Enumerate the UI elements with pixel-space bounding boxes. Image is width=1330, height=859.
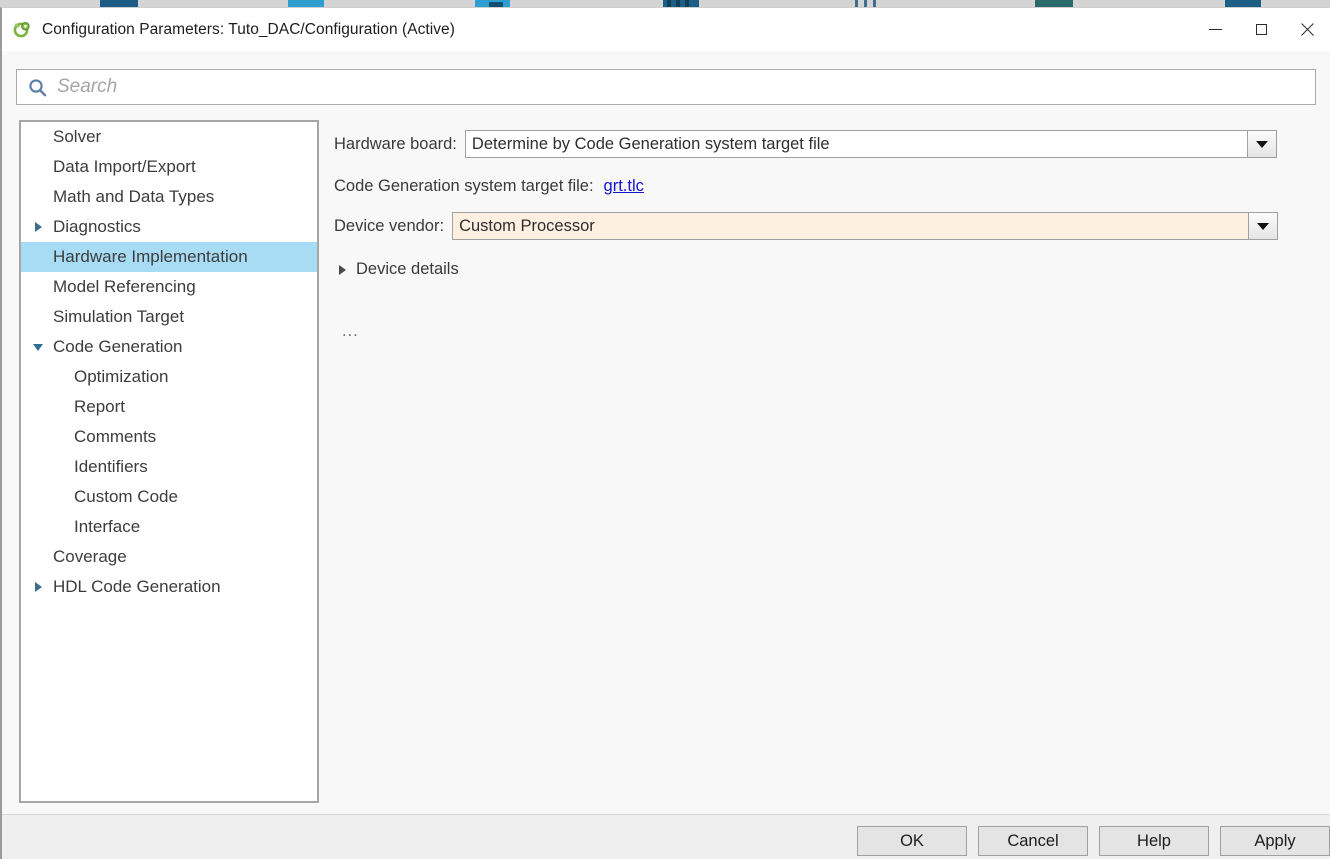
window-controls xyxy=(1192,8,1330,51)
tree-item-label: Math and Data Types xyxy=(53,187,215,206)
system-target-file-row: Code Generation system target file: grt.… xyxy=(334,171,644,201)
system-target-file-link[interactable]: grt.tlc xyxy=(604,177,644,196)
settings-tree[interactable]: Solver Data Import/Export Math and Data Ty… xyxy=(19,120,319,803)
tree-item-label: Model Referencing xyxy=(53,277,196,296)
bg-icon-fragment xyxy=(667,0,671,7)
ok-button[interactable]: OK xyxy=(857,826,967,856)
apply-button[interactable]: Apply xyxy=(1220,826,1330,856)
maximize-button[interactable] xyxy=(1238,8,1284,51)
tree-item-optimization[interactable]: Optimization xyxy=(21,362,317,392)
chevron-right-icon[interactable] xyxy=(31,582,45,592)
device-vendor-label: Device vendor: xyxy=(334,216,445,235)
tree-item-label: Custom Code xyxy=(74,487,178,506)
chevron-right-glyph xyxy=(34,582,42,592)
minimize-icon xyxy=(1208,29,1222,30)
hardware-board-combobox[interactable]: Determine by Code Generation system targ… xyxy=(464,130,1277,158)
tree-item-label: Simulation Target xyxy=(53,307,185,326)
bg-icon-fragment xyxy=(1035,0,1073,7)
title-bar: Configuration Parameters: Tuto_DAC/Confi… xyxy=(2,8,1330,51)
bg-icon-fragment xyxy=(685,0,689,7)
tree-item-label: Comments xyxy=(74,427,157,446)
tree-item-label: Optimization xyxy=(74,367,169,386)
maximize-icon xyxy=(1255,24,1267,35)
chevron-down-icon xyxy=(1257,222,1270,230)
device-vendor-combobox[interactable]: Custom Processor xyxy=(452,212,1279,240)
tree-item-label: Identifiers xyxy=(74,457,148,476)
close-button[interactable] xyxy=(1284,8,1330,51)
settings-pane: Hardware board: Determine by Code Genera… xyxy=(334,120,1316,803)
tree-item-coverage[interactable]: Coverage xyxy=(21,542,317,572)
overflow-ellipsis: ... xyxy=(342,322,359,340)
tree-item-identifiers[interactable]: Identifiers xyxy=(21,452,317,482)
hardware-board-dropdown-button[interactable] xyxy=(1246,130,1277,158)
simulink-gear-icon xyxy=(12,20,32,40)
bg-icon-fragment xyxy=(873,0,876,7)
cancel-button[interactable]: Cancel xyxy=(978,826,1088,856)
device-vendor-dropdown-button[interactable] xyxy=(1248,212,1279,240)
tree-item-model-referencing[interactable]: Model Referencing xyxy=(21,272,317,302)
chevron-down-icon[interactable] xyxy=(31,343,45,351)
window-title: Configuration Parameters: Tuto_DAC/Confi… xyxy=(42,20,455,38)
bg-icon-fragment xyxy=(864,0,867,7)
tree-item-label: Report xyxy=(74,397,126,416)
hardware-board-row: Hardware board: Determine by Code Genera… xyxy=(334,129,1277,159)
search-input[interactable] xyxy=(57,76,1257,98)
tree-item-simulation-target[interactable]: Simulation Target xyxy=(21,302,317,332)
chevron-down-glyph xyxy=(33,343,43,351)
tree-item-data-import-export[interactable]: Data Import/Export xyxy=(21,152,317,182)
tree-item-comments[interactable]: Comments xyxy=(21,422,317,452)
tree-item-interface[interactable]: Interface xyxy=(21,512,317,542)
minimize-button[interactable] xyxy=(1192,8,1238,51)
tree-item-math-and-data-types[interactable]: Math and Data Types xyxy=(21,182,317,212)
bg-icon-fragment xyxy=(1225,0,1261,7)
search-bar[interactable] xyxy=(16,69,1316,105)
tree-item-report[interactable]: Report xyxy=(21,392,317,422)
tree-item-label: Hardware Implementation xyxy=(53,247,248,266)
tree-item-label: Data Import/Export xyxy=(53,157,196,176)
bg-icon-fragment xyxy=(100,0,138,7)
hardware-board-value[interactable]: Determine by Code Generation system targ… xyxy=(464,130,1247,158)
tree-item-label: Diagnostics xyxy=(53,217,141,236)
tree-item-label: Interface xyxy=(74,517,141,536)
chevron-right-icon[interactable] xyxy=(31,222,45,232)
tree-item-custom-code[interactable]: Custom Code xyxy=(21,482,317,512)
device-details-expander[interactable]: Device details xyxy=(339,260,459,279)
tree-item-hdl-code-generation[interactable]: HDL Code Generation xyxy=(21,572,317,602)
device-vendor-row: Device vendor: Custom Processor xyxy=(334,211,1279,241)
bg-icon-fragment xyxy=(855,0,858,7)
tree-item-label: Code Generation xyxy=(53,337,183,356)
chevron-right-icon xyxy=(339,264,346,275)
help-button[interactable]: Help xyxy=(1099,826,1209,856)
chevron-down-icon xyxy=(1255,140,1268,148)
device-vendor-value[interactable]: Custom Processor xyxy=(452,212,1249,240)
tree-item-label: Coverage xyxy=(53,547,127,566)
tree-item-label: Solver xyxy=(53,127,102,146)
tree-item-code-generation[interactable]: Code Generation xyxy=(21,332,317,362)
tree-item-diagnostics[interactable]: Diagnostics xyxy=(21,212,317,242)
chevron-right-glyph xyxy=(34,222,42,232)
dialog-button-bar: OK Cancel Help Apply xyxy=(2,814,1330,859)
bg-icon-fragment xyxy=(676,0,680,7)
tree-item-label: HDL Code Generation xyxy=(53,577,221,596)
configuration-parameters-dialog: Configuration Parameters: Tuto_DAC/Confi… xyxy=(0,7,1330,859)
bg-icon-fragment xyxy=(288,0,324,7)
tree-item-solver[interactable]: Solver xyxy=(21,122,317,152)
tree-item-hardware-implementation[interactable]: Hardware Implementation xyxy=(21,242,317,272)
system-target-file-label: Code Generation system target file: xyxy=(334,176,594,195)
search-icon xyxy=(28,78,47,97)
close-icon xyxy=(1300,23,1314,37)
device-details-label: Device details xyxy=(356,260,459,278)
hardware-board-label: Hardware board: xyxy=(334,134,457,153)
